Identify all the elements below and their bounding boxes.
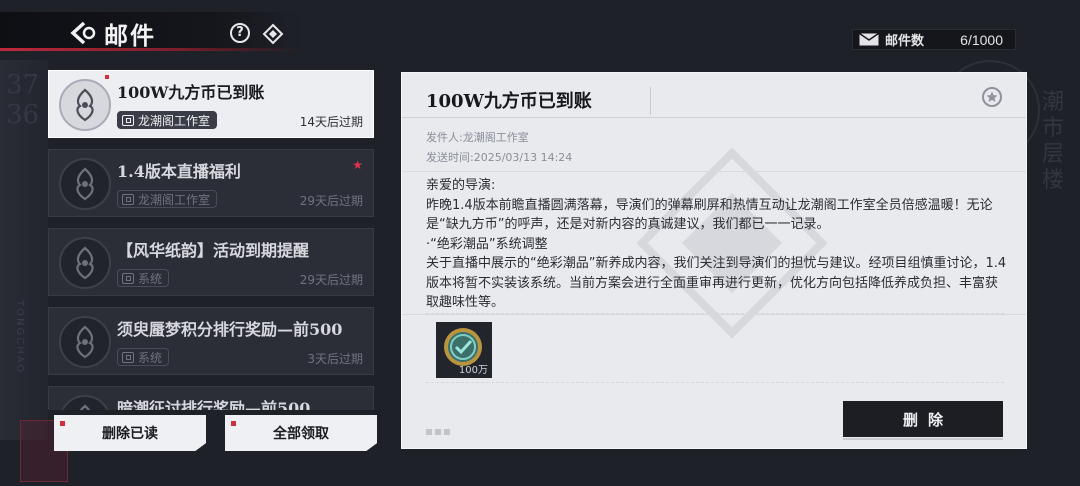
mail-item[interactable]: 【风华纸韵】活动到期提醒 系统 29天后过期 <box>48 228 374 296</box>
mail-expire: 29天后过期 <box>299 194 363 208</box>
mail-expire: 3天后过期 <box>307 352 363 366</box>
attachment-area: 100万 <box>426 313 1004 383</box>
star-icon <box>986 91 998 102</box>
dragon-emblem-icon <box>76 325 94 359</box>
mail-title: 100W九方币已到账 <box>117 83 265 102</box>
dragon-emblem-icon <box>76 246 94 280</box>
delete-read-button[interactable]: 删除已读 <box>54 415 206 451</box>
envelope-icon <box>859 33 879 46</box>
sender-icon <box>122 114 134 126</box>
footer-mark <box>426 429 466 437</box>
claim-all-button[interactable]: 全部领取 <box>225 415 377 451</box>
sender-avatar <box>59 158 111 210</box>
mail-item[interactable]: 须臾蜃梦积分排行奖励—前500 系统 3天后过期 <box>48 307 374 375</box>
mail-list[interactable]: 100W九方币已到账 龙潮阁工作室 14天后过期 1.4版本直播福利 ★ 龙潮阁… <box>48 70 374 410</box>
back-button[interactable] <box>70 20 98 46</box>
attachment-item[interactable]: 100万 <box>436 322 492 378</box>
sender-avatar <box>59 79 111 131</box>
mail-sender-badge: 系统 <box>117 269 170 287</box>
help-button[interactable]: ? <box>230 23 250 43</box>
star-icon: ★ <box>352 158 363 172</box>
detail-title: 100W九方币已到账 <box>426 91 592 112</box>
sender-avatar <box>59 237 111 289</box>
mail-expire: 29天后过期 <box>299 273 363 287</box>
mail-title: 暗潮征讨排行奖励—前500 <box>117 399 311 410</box>
detail-sender: 发件人:龙潮阁工作室 <box>426 131 529 144</box>
body-section-heading: ·“绝彩潮品”系统调整 <box>426 236 548 252</box>
mail-sender-badge: 龙潮阁工作室 <box>117 190 218 208</box>
sender-avatar <box>59 395 111 410</box>
sender-icon <box>122 272 134 284</box>
mail-detail-panel: 100W九方币已到账 发件人:龙潮阁工作室 发送时间:2025/03/13 14… <box>401 72 1027 449</box>
mail-item[interactable]: 1.4版本直播福利 ★ 龙潮阁工作室 29天后过期 <box>48 149 374 217</box>
mail-count-display: 邮件数 6/1000 <box>852 29 1016 50</box>
page-title: 邮件 <box>104 21 156 50</box>
detail-body: 亲爱的导演: 昨晚1.4版本前瞻直播圆满落幕，导演们的弹幕刷屏和热情互动让龙潮阁… <box>402 171 1026 315</box>
delete-button[interactable]: 删除 <box>843 401 1003 440</box>
dragon-emblem-icon <box>76 167 94 201</box>
detail-time: 发送时间:2025/03/13 14:24 <box>426 151 573 164</box>
mail-count-value: 6/1000 <box>960 31 1003 48</box>
body-paragraph: 关于直播中展示的“绝彩潮品”新养成内容，我们关注到导演们的担忧与建议。经项目组慎… <box>426 256 1007 310</box>
mail-sender-badge: 龙潮阁工作室 <box>117 111 218 129</box>
back-arrow-icon <box>70 21 96 45</box>
dragon-emblem-icon <box>76 88 94 122</box>
attachment-quantity: 100万 <box>458 365 488 376</box>
mail-title: 1.4版本直播福利 <box>117 162 241 181</box>
dragon-emblem-icon <box>79 404 91 410</box>
mail-sender-badge: 系统 <box>117 348 170 366</box>
mail-expire: 14天后过期 <box>299 115 363 129</box>
home-diamond-button[interactable] <box>262 23 284 45</box>
sender-icon <box>122 351 134 363</box>
mail-title: 须臾蜃梦积分排行奖励—前500 <box>117 320 343 339</box>
mail-item[interactable]: 暗潮征讨排行奖励—前500 <box>48 386 374 410</box>
body-greeting: 亲爱的导演: <box>426 178 496 193</box>
favorite-button[interactable] <box>982 87 1002 107</box>
mail-item-selected[interactable]: 100W九方币已到账 龙潮阁工作室 14天后过期 <box>48 70 374 138</box>
sender-icon <box>122 193 134 205</box>
body-paragraph: 昨晚1.4版本前瞻直播圆满落幕，导演们的弹幕刷屏和热情互动让龙潮阁工作室全员倍感… <box>426 197 993 233</box>
mail-count-label: 邮件数 <box>885 34 925 49</box>
sender-avatar <box>59 316 111 368</box>
header: 邮件 ? <box>0 0 320 56</box>
mail-title: 【风华纸韵】活动到期提醒 <box>117 241 310 260</box>
diamond-icon <box>262 23 284 45</box>
